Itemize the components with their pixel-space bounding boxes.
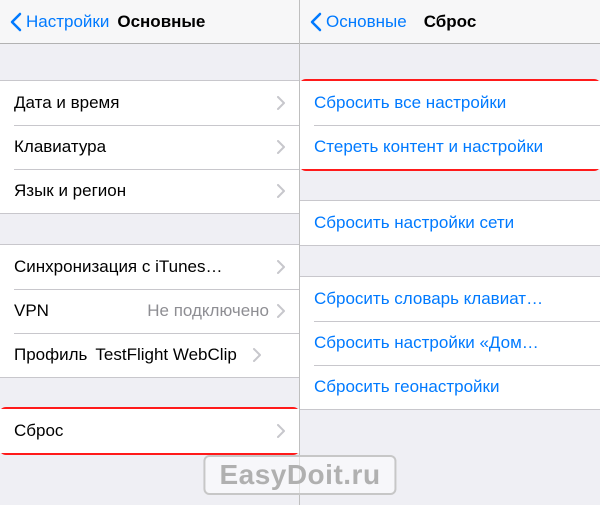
- back-label-right: Основные: [326, 12, 407, 32]
- action-reset-keyboard-dict[interactable]: Сбросить словарь клавиат…: [300, 277, 600, 321]
- chevron-left-icon: [310, 12, 322, 32]
- action-label: Сбросить настройки сети: [314, 213, 586, 233]
- row-itunes-sync[interactable]: Синхронизация с iTunes…: [0, 245, 299, 289]
- row-profile[interactable]: Профиль TestFlight WebClip: [0, 333, 299, 377]
- chevron-right-icon: [277, 96, 285, 110]
- back-label-left: Настройки: [26, 12, 109, 32]
- nav-title-left: Основные: [117, 12, 205, 32]
- row-label: Синхронизация с iTunes…: [14, 257, 277, 277]
- chevron-right-icon: [277, 260, 285, 274]
- group-general-1: Дата и время Клавиатура Язык и регион: [0, 80, 299, 214]
- action-erase-all-content[interactable]: Стереть контент и настройки: [300, 125, 600, 169]
- nav-bar-left: Настройки Основные: [0, 0, 299, 44]
- action-label: Сбросить все настройки: [314, 93, 586, 113]
- action-label: Сбросить настройки «Дом…: [314, 333, 586, 353]
- group-general-2: Синхронизация с iTunes… VPN Не подключен…: [0, 244, 299, 378]
- action-reset-location-privacy[interactable]: Сбросить геонастройки: [300, 365, 600, 409]
- group-reset-1: Сбросить все настройки Стереть контент и…: [300, 80, 600, 170]
- left-content: Дата и время Клавиатура Язык и регион: [0, 44, 299, 505]
- group-reset-3: Сбросить словарь клавиат… Сбросить настр…: [300, 276, 600, 410]
- reset-pane: Основные Сброс Сбросить все настройки Ст…: [300, 0, 600, 505]
- row-keyboard[interactable]: Клавиатура: [0, 125, 299, 169]
- back-button-right[interactable]: Основные: [310, 12, 407, 32]
- row-vpn[interactable]: VPN Не подключено: [0, 289, 299, 333]
- chevron-right-icon: [253, 348, 261, 362]
- chevron-right-icon: [277, 304, 285, 318]
- row-value: TestFlight WebClip: [95, 345, 245, 365]
- row-date-time[interactable]: Дата и время: [0, 81, 299, 125]
- group-reset-2: Сбросить настройки сети: [300, 200, 600, 246]
- chevron-right-icon: [277, 184, 285, 198]
- nav-bar-right: Основные Сброс: [300, 0, 600, 44]
- row-label: Клавиатура: [14, 137, 277, 157]
- group-general-3: Сброс: [0, 408, 299, 454]
- back-button-left[interactable]: Настройки: [10, 12, 109, 32]
- row-language-region[interactable]: Язык и регион: [0, 169, 299, 213]
- row-label: VPN: [14, 301, 147, 321]
- general-settings-pane: Настройки Основные Дата и время Клавиату…: [0, 0, 300, 505]
- row-label: Дата и время: [14, 93, 277, 113]
- row-reset[interactable]: Сброс: [0, 409, 299, 453]
- row-label: Сброс: [14, 421, 277, 441]
- right-content: Сбросить все настройки Стереть контент и…: [300, 44, 600, 505]
- action-reset-all-settings[interactable]: Сбросить все настройки: [300, 81, 600, 125]
- chevron-left-icon: [10, 12, 22, 32]
- chevron-right-icon: [277, 424, 285, 438]
- chevron-right-icon: [277, 140, 285, 154]
- action-reset-home-layout[interactable]: Сбросить настройки «Дом…: [300, 321, 600, 365]
- action-reset-network[interactable]: Сбросить настройки сети: [300, 201, 600, 245]
- row-label: Язык и регион: [14, 181, 277, 201]
- action-label: Сбросить геонастройки: [314, 377, 586, 397]
- action-label: Сбросить словарь клавиат…: [314, 289, 586, 309]
- row-value: Не подключено: [147, 301, 269, 321]
- row-label: Профиль: [14, 345, 87, 365]
- action-label: Стереть контент и настройки: [314, 137, 586, 157]
